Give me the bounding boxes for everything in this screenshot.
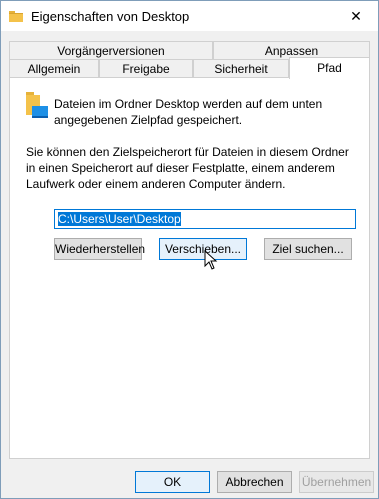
apply-button[interactable]: Übernehmen xyxy=(299,471,374,493)
desktop-folder-icon xyxy=(26,92,48,118)
path-tab-panel: Dateien im Ordner Desktop werden auf dem… xyxy=(9,77,370,459)
mouse-cursor-icon xyxy=(204,250,218,270)
target-path-input[interactable]: C:\Users\User\Desktop xyxy=(54,209,356,229)
window-title: Eigenschaften von Desktop xyxy=(31,9,190,24)
cancel-button[interactable]: Abbrechen xyxy=(217,471,292,493)
path-value: C:\Users\User\Desktop xyxy=(58,212,181,226)
intro-text: Dateien im Ordner Desktop werden auf dem… xyxy=(54,97,323,127)
move-button[interactable]: Verschieben... xyxy=(159,238,247,260)
find-target-button[interactable]: Ziel suchen... xyxy=(264,238,352,260)
title-bar: Eigenschaften von Desktop ✕ xyxy=(1,1,378,31)
close-button[interactable]: ✕ xyxy=(334,1,378,31)
tab-sicherheit[interactable]: Sicherheit xyxy=(193,59,289,77)
tab-freigabe[interactable]: Freigabe xyxy=(99,59,193,77)
ok-button[interactable]: OK xyxy=(135,471,210,493)
restore-button[interactable]: Wiederherstellen xyxy=(54,238,145,260)
close-icon: ✕ xyxy=(350,7,362,24)
tab-pfad[interactable]: Pfad xyxy=(289,57,370,79)
description-text: Sie können den Zielspeicherort für Datei… xyxy=(26,145,349,191)
properties-dialog: Eigenschaften von Desktop ✕ Vorgängerver… xyxy=(0,0,379,499)
tab-vorgaengerversionen[interactable]: Vorgängerversionen xyxy=(9,41,213,59)
folder-icon xyxy=(9,11,23,22)
tab-allgemein[interactable]: Allgemein xyxy=(9,59,99,77)
